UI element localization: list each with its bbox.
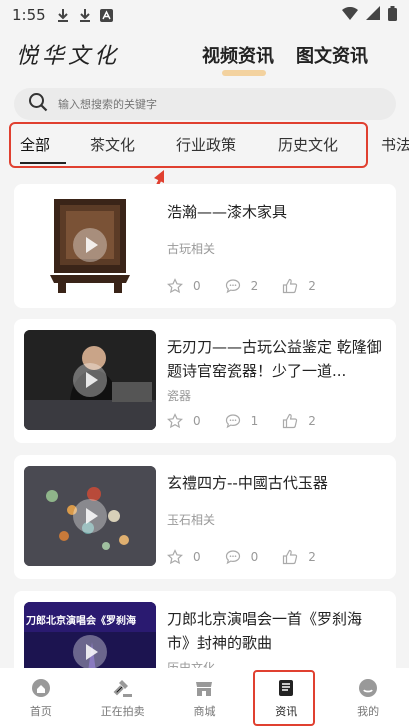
status-bar: 1:55 [0,0,409,30]
comment-stat[interactable]: 1 [225,413,259,429]
article-stats: 0 0 2 [167,549,340,565]
like-stat[interactable]: 2 [282,549,316,565]
favorite-count: 0 [193,414,201,428]
play-icon[interactable] [73,499,107,533]
app-notification-icon [100,8,114,22]
home-icon [30,677,52,699]
like-count: 2 [308,550,316,564]
comment-icon [225,414,240,429]
gavel-icon [112,677,134,699]
like-count: 2 [308,414,316,428]
comment-icon [225,279,240,294]
article-stats: 0 2 2 [167,278,340,294]
nav-home[interactable]: 首页 [0,668,82,728]
article-title: 刀郎北京演唱会一首《罗刹海市》封神的歌曲 [167,610,363,652]
favorite-count: 0 [193,550,201,564]
comment-stat[interactable]: 0 [225,549,259,565]
comment-count: 0 [250,550,259,564]
comment-count: 2 [250,279,259,293]
nav-mall-label: 商城 [193,705,216,718]
download-icon [56,8,70,22]
article-thumbnail[interactable] [24,195,156,295]
favorite-count: 0 [193,279,201,293]
comment-count: 1 [250,414,259,428]
nav-profile-label: 我的 [357,705,380,718]
article-title: 玄禮四方--中國古代玉器 [167,474,328,492]
star-icon [167,413,183,429]
like-stat[interactable]: 2 [282,413,316,429]
article-card[interactable]: 浩瀚——漆木家具 古玩相关 0 2 2 [14,184,396,308]
article-card[interactable]: 无刃刀——古玩公益鉴定 乾隆御题诗官窑瓷器！少了一道... 瓷器 0 1 2 [14,319,396,443]
play-icon[interactable] [73,228,107,262]
article-title: 浩瀚——漆木家具 [167,203,288,221]
article-tag: 古玩相关 [167,242,216,256]
download-icon-2 [78,8,92,22]
thumbs-up-icon [283,413,298,429]
header: 悦华文化 视频资讯 图文资讯 [0,30,409,86]
article-thumbnail[interactable] [24,330,156,430]
tab-video-news-label: 视频资讯 [202,46,274,67]
battery-icon [388,5,397,25]
nav-auction-label: 正在拍卖 [100,705,145,718]
tab-video-news[interactable]: 视频资讯 [202,42,274,76]
shop-icon [193,677,215,699]
signal-icon [366,6,380,24]
article-tag: 玉石相关 [167,513,216,527]
tab-article-news[interactable]: 图文资讯 [296,42,368,68]
nav-mall[interactable]: 商城 [164,668,246,728]
category-highlight-box [9,122,368,168]
like-count: 2 [308,279,316,293]
thumbs-up-icon [283,549,298,565]
comment-icon [225,550,240,565]
article-card[interactable]: 玄禮四方--中國古代玉器 玉石相关 0 0 2 [14,455,396,579]
article-stats: 0 1 2 [167,413,340,429]
profile-icon [357,677,379,699]
app-logo: 悦华文化 [16,44,121,69]
play-icon[interactable] [73,635,107,669]
thumbs-up-icon [283,278,298,294]
play-icon[interactable] [73,363,107,397]
article-title: 无刃刀——古玩公益鉴定 乾隆御题诗官窑瓷器！少了一道... [167,338,382,380]
category-tab-calligraphy[interactable]: 书法 [381,134,409,155]
nav-home-label: 首页 [29,705,52,718]
article-thumbnail[interactable] [24,466,156,566]
wifi-icon [342,6,358,24]
search-icon [28,92,48,116]
favorite-stat[interactable]: 0 [167,413,201,429]
comment-stat[interactable]: 2 [225,278,259,294]
favorite-stat[interactable]: 0 [167,278,201,294]
article-tag: 瓷器 [167,389,192,403]
thumbnail-caption: 刀郎北京演唱会《罗刹海 [26,616,136,627]
category-tab-label: 书法 [381,136,409,154]
status-time: 1:55 [12,6,46,24]
search-bar[interactable] [14,88,396,120]
star-icon [167,549,183,565]
nav-news-highlight-box [253,670,315,726]
bottom-nav: 首页 正在拍卖 商城 资讯 我的 [0,668,409,728]
active-tab-indicator [222,70,266,76]
like-stat[interactable]: 2 [282,278,316,294]
star-icon [167,278,183,294]
favorite-stat[interactable]: 0 [167,549,201,565]
nav-auction[interactable]: 正在拍卖 [82,668,164,728]
search-input[interactable] [58,97,358,111]
nav-profile[interactable]: 我的 [327,668,409,728]
tab-article-news-label: 图文资讯 [296,46,368,67]
